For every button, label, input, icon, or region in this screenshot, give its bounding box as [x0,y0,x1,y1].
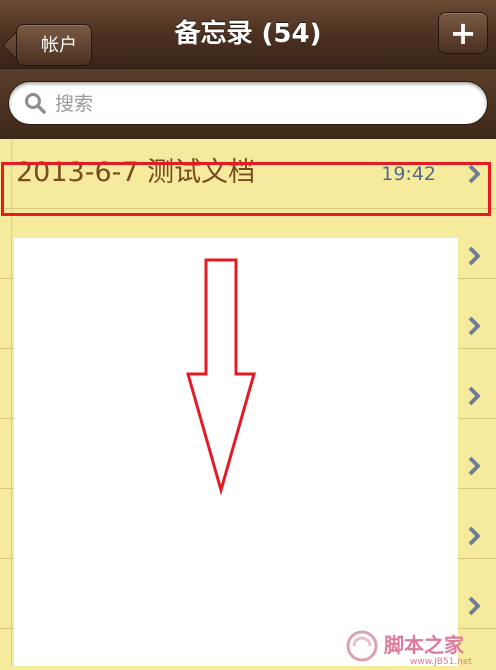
chevron-right-icon [468,246,480,266]
chevron-right-icon [468,386,480,406]
watermark-logo: 脚本之家 www.JB51.net [340,624,496,667]
account-back-label: 帐户 [16,24,92,66]
note-row[interactable]: 2013-6-7 测试文档 19:42 [0,139,496,209]
navigation-bar: 帐户 备忘录 (54) + [0,0,496,69]
account-back-button[interactable]: 帐户 [8,12,98,66]
svg-text:脚本之家: 脚本之家 [384,633,465,657]
page-title: 备忘录 (54) [174,19,322,49]
svg-text:www.JB51.net: www.JB51.net [410,657,473,666]
search-bar [0,69,496,139]
chevron-right-icon [468,596,480,616]
search-icon [25,93,46,114]
chevron-right-icon [468,526,480,546]
add-note-button[interactable]: + [438,12,488,54]
chevron-right-icon [468,164,480,184]
chevron-right-icon [468,456,480,476]
chevron-right-icon [468,316,480,336]
down-arrow-icon [186,258,256,496]
note-time: 19:42 [381,163,436,185]
note-title: 2013-6-7 测试文档 [16,157,256,188]
search-input[interactable] [53,88,477,120]
search-field[interactable] [8,81,488,125]
